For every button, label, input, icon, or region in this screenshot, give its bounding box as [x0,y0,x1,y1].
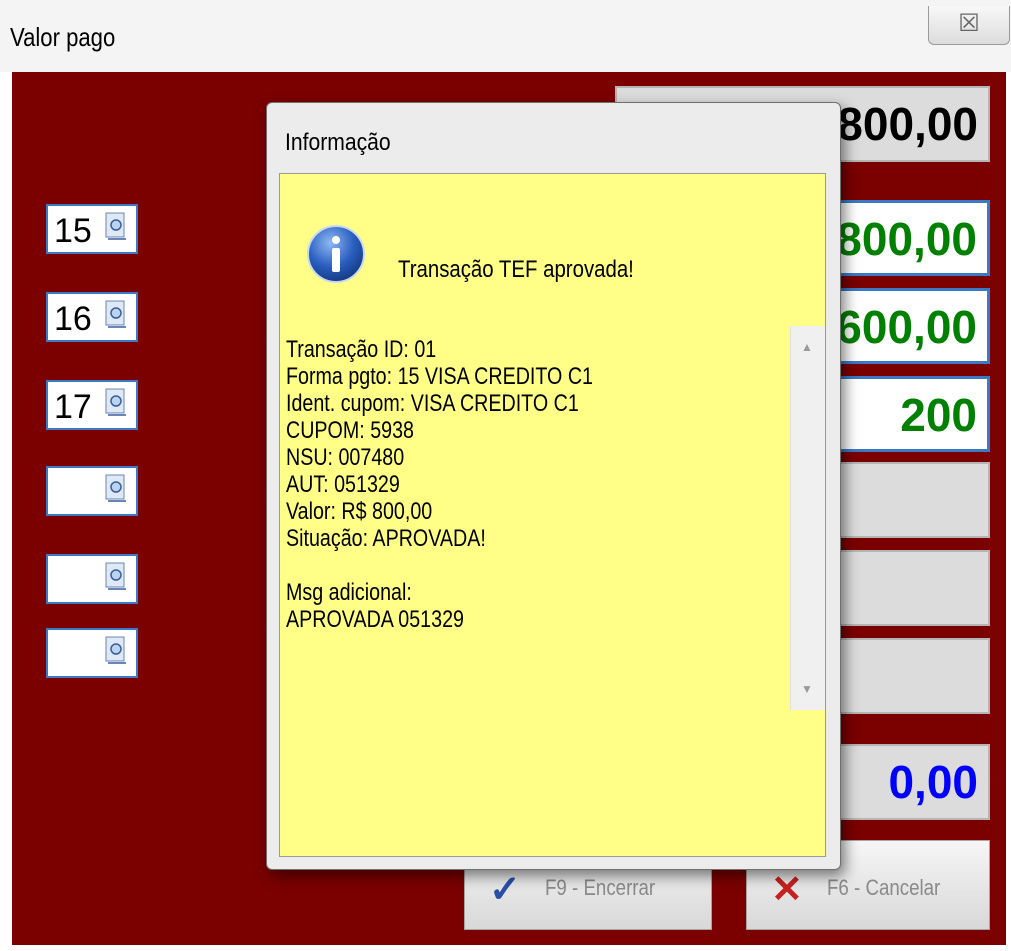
lookup-icon[interactable] [104,474,128,504]
payment-code-value: 15 [54,212,92,250]
dialog-title: Informação [285,129,391,156]
payment-code-3[interactable]: 17 [46,380,138,430]
cross-icon: ✕ [771,869,803,911]
close-icon: ☒ [958,10,980,37]
detail-line: Situação: APROVADA! [286,525,486,552]
lookup-icon[interactable] [104,636,128,666]
lookup-icon[interactable] [104,212,128,242]
encerrar-label: F9 - Encerrar [545,875,656,900]
scroll-up-icon[interactable]: ▲ [801,340,813,354]
details-scrollbar[interactable]: ▲ ▼ [790,326,825,710]
payment-code-4[interactable] [46,466,138,516]
dialog-message-area: Transação TEF aprovada! Transação ID: 01… [279,173,826,857]
detail-line: Transação ID: 01 [286,336,437,363]
detail-line: Forma pgto: 15 VISA CREDITO C1 [286,363,593,390]
lookup-icon[interactable] [104,388,128,418]
payment-code-1[interactable]: 15 [46,204,138,254]
payment-code-2[interactable]: 16 [46,292,138,342]
detail-line [286,552,593,579]
info-icon [307,225,365,283]
information-dialog: Informação Transação TEF aprovada! Trans… [266,102,841,870]
detail-line: AUT: 051329 [286,471,400,498]
window-titlebar: Valor pago ☒ [0,0,1011,72]
window-title: Valor pago [10,22,116,52]
cancelar-label: F6 - Cancelar [827,875,941,900]
dialog-headline: Transação TEF aprovada! [398,256,634,283]
detail-line: CUPOM: 5938 [286,417,414,444]
detail-line: Msg adicional: [286,579,412,606]
detail-line: Valor: R$ 800,00 [286,498,433,525]
lookup-icon[interactable] [104,300,128,330]
lookup-icon[interactable] [104,562,128,592]
detail-line: NSU: 007480 [286,444,405,471]
detail-line: Ident. cupom: VISA CREDITO C1 [286,390,579,417]
scroll-down-icon[interactable]: ▼ [801,682,813,696]
payment-code-value: 16 [54,300,92,338]
close-button[interactable]: ☒ [928,6,1010,45]
payment-code-value: 17 [54,388,92,426]
payment-code-6[interactable] [46,628,138,678]
detail-line: APROVADA 051329 [286,606,464,633]
check-icon: ✓ [489,869,521,911]
payment-code-5[interactable] [46,554,138,604]
transaction-details: Transação ID: 01 Forma pgto: 15 VISA CRE… [286,336,593,633]
